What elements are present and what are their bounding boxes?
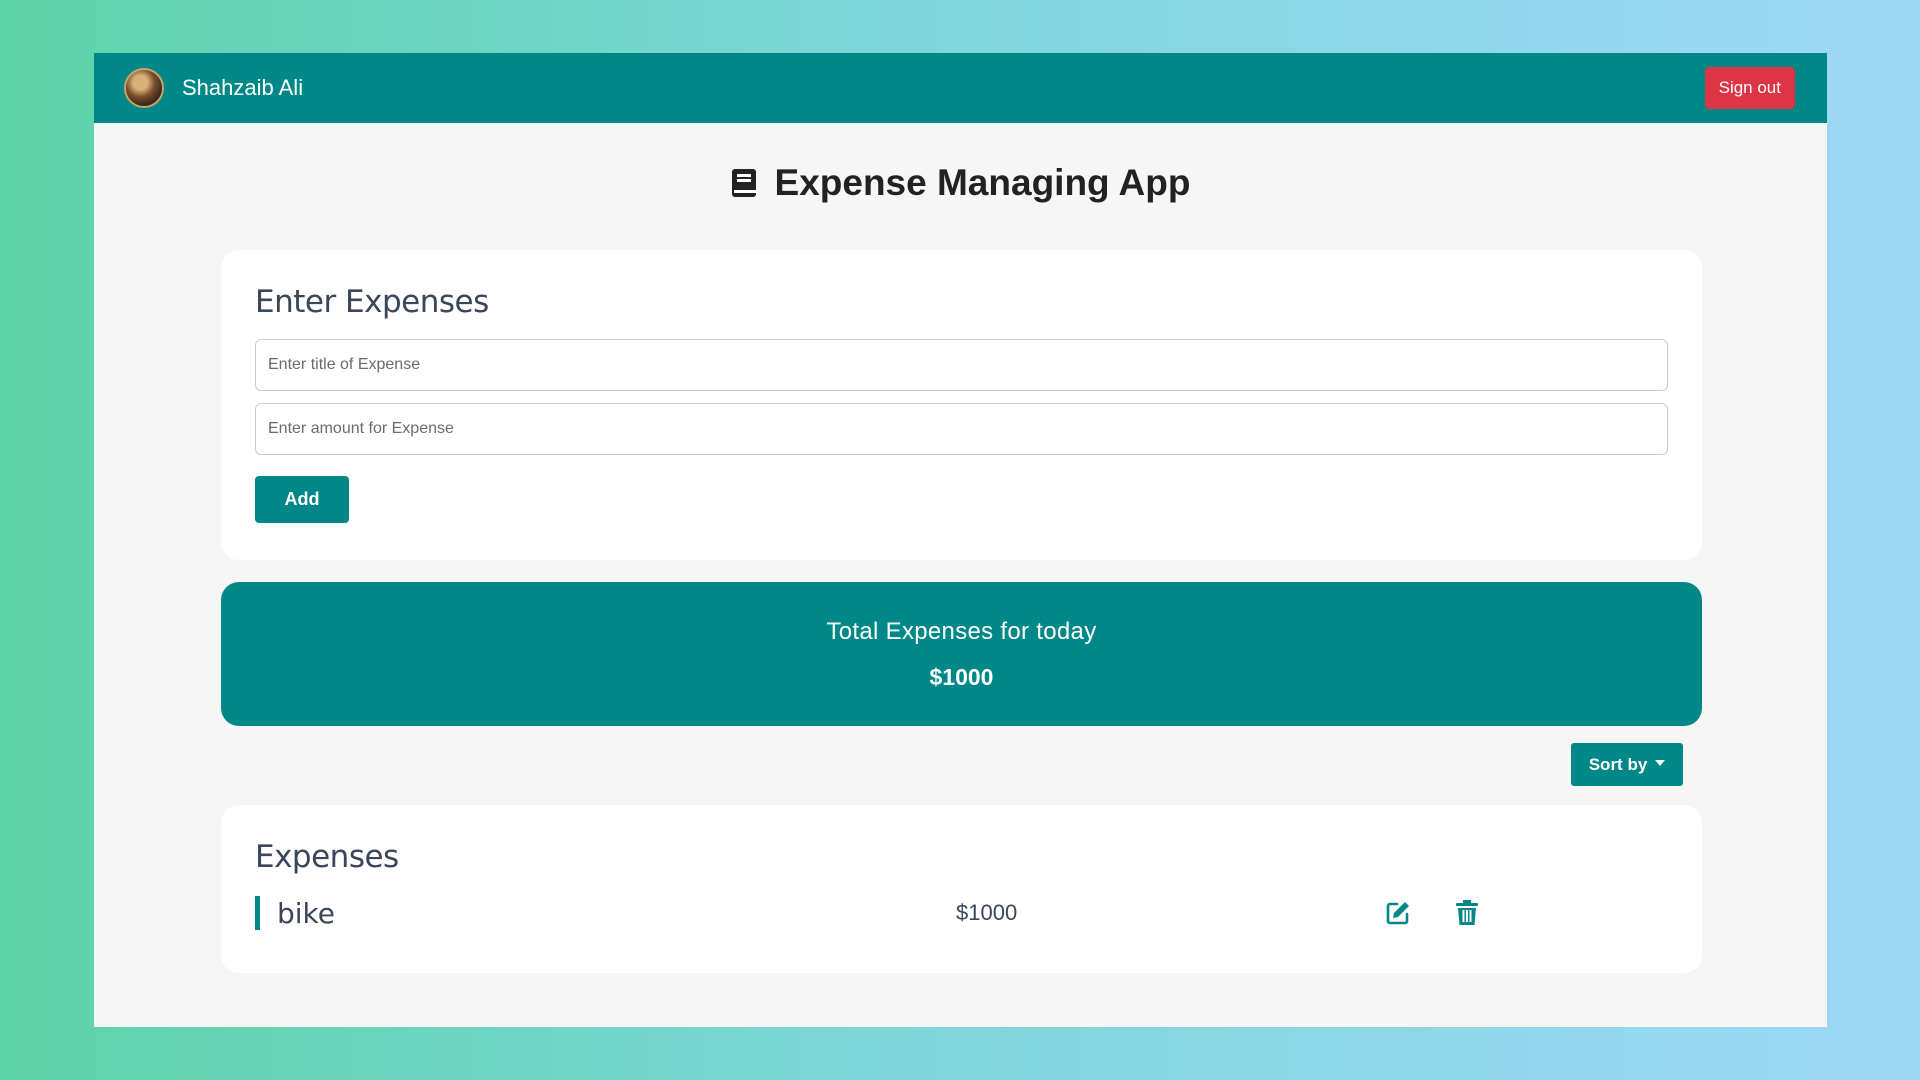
expense-amount: $1000 [956,900,1018,925]
trash-icon[interactable] [1453,899,1481,927]
book-icon [731,168,757,198]
chevron-down-icon [1655,759,1666,766]
list-item: bike $1000 [255,896,1668,930]
user-name: Shahzaib Ali [182,75,304,100]
expense-amount-input[interactable] [255,403,1668,455]
enter-expenses-card: Enter Expenses Add [221,250,1702,560]
navbar: Shahzaib Ali Sign out [94,53,1827,123]
expense-title: bike [277,896,335,930]
edit-icon[interactable] [1384,899,1412,927]
expense-title-input[interactable] [255,339,1668,391]
user-info: Shahzaib Ali [124,68,303,108]
sign-out-button[interactable]: Sign out [1704,67,1795,109]
expenses-card: Expenses bike $1000 [221,805,1702,973]
total-expenses-card: Total Expenses for today $1000 [221,582,1702,726]
sort-by-dropdown[interactable]: Sort by [1571,743,1683,786]
sort-by-label: Sort by [1588,754,1648,774]
expenses-heading: Expenses [255,839,399,875]
app-window: Shahzaib Ali Sign out Expense Managing A… [94,53,1827,1027]
page-title: Expense Managing App [774,162,1191,203]
total-expenses-label: Total Expenses for today [826,617,1097,645]
enter-expenses-heading: Enter Expenses [255,284,489,320]
add-button[interactable]: Add [255,476,349,523]
avatar [124,68,164,108]
total-expenses-value: $1000 [929,663,994,690]
page-header: Expense Managing App [94,162,1827,204]
